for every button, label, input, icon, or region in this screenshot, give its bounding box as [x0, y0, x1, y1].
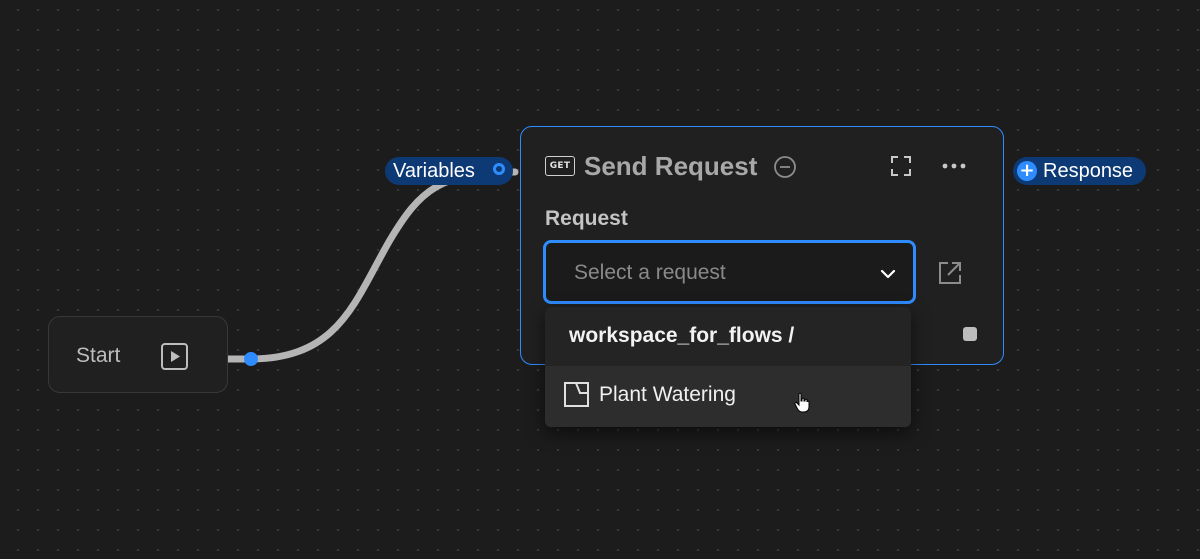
- node-title: Send Request: [584, 151, 758, 181]
- play-icon[interactable]: [161, 343, 188, 370]
- minus-circle-icon[interactable]: [773, 155, 797, 179]
- dropdown-item-plant-watering[interactable]: Plant Watering: [545, 366, 911, 427]
- file-icon: [564, 382, 589, 407]
- start-node-label: Start: [76, 344, 121, 367]
- get-method-badge: GET: [545, 156, 575, 176]
- flow-canvas[interactable]: Start Variables GET Send Request Request…: [0, 0, 1200, 559]
- plus-icon[interactable]: +: [1017, 161, 1037, 181]
- start-node[interactable]: Start: [48, 316, 228, 393]
- variables-input-port[interactable]: Variables: [385, 157, 513, 185]
- response-output-port[interactable]: + Response: [1013, 157, 1146, 185]
- expand-icon[interactable]: [890, 155, 912, 177]
- more-icon[interactable]: [941, 155, 967, 177]
- workspace-header: workspace_for_flows /: [569, 324, 795, 347]
- connector-dot-icon[interactable]: [493, 163, 505, 175]
- variables-label: Variables: [393, 159, 475, 182]
- select-placeholder: Select a request: [574, 261, 726, 284]
- output-handle[interactable]: [244, 352, 258, 366]
- response-label: Response: [1043, 159, 1134, 182]
- request-select[interactable]: Select a request: [543, 240, 916, 304]
- dropdown-item-label: Plant Watering: [599, 383, 736, 406]
- stop-icon[interactable]: [963, 327, 977, 341]
- open-link-icon[interactable]: [936, 259, 964, 287]
- chevron-down-icon: [880, 269, 896, 279]
- hand-cursor-icon: [794, 392, 810, 413]
- request-section-label: Request: [545, 207, 628, 230]
- request-dropdown-menu: workspace_for_flows / Plant Watering: [545, 307, 911, 427]
